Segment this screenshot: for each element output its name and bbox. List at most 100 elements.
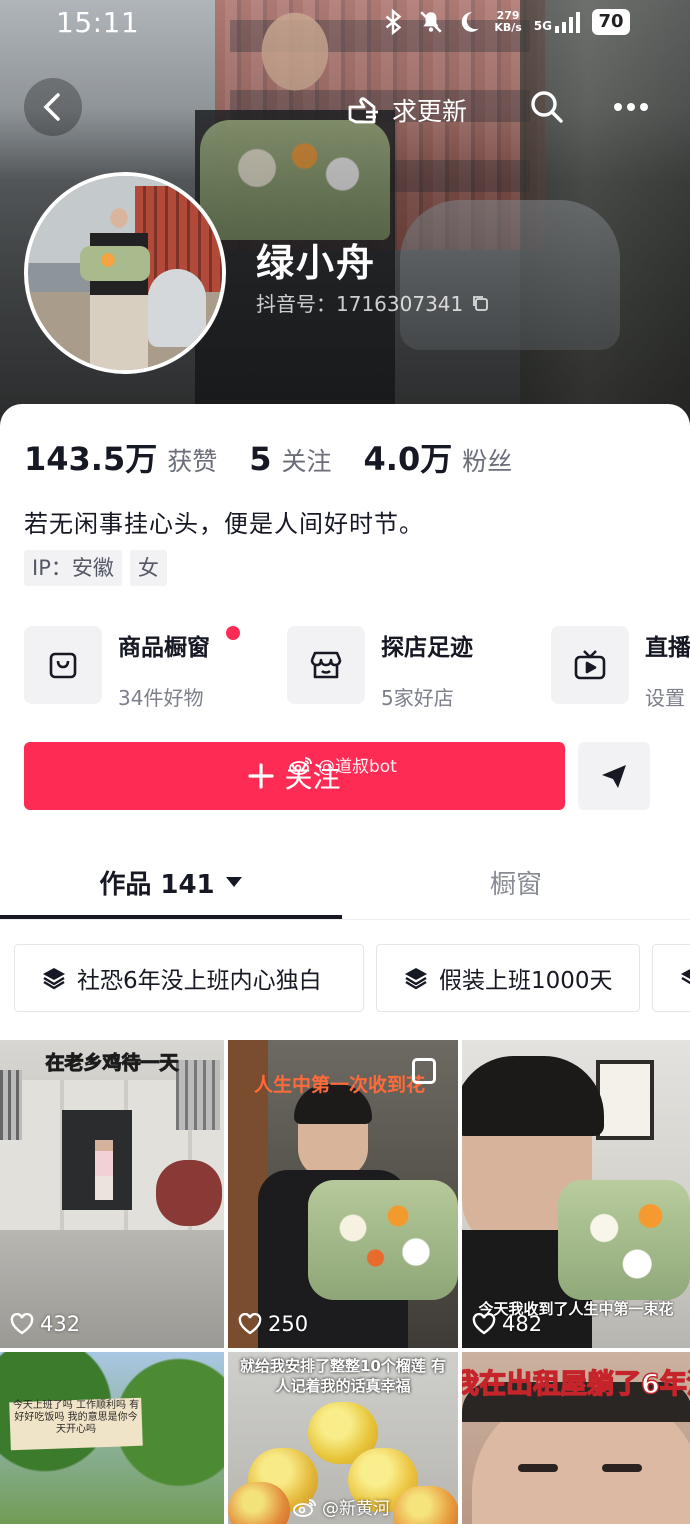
- video-thumbnail[interactable]: 在老乡鸡待一天 432: [0, 1040, 224, 1348]
- profile-panel: 143.5万 获赞 5 关注 4.0万 粉丝 若无闲事挂心头，便是人间好时节。 …: [0, 404, 690, 1524]
- network-speed-unit: KB/s: [494, 21, 522, 34]
- signal-icon: 5G: [534, 11, 580, 33]
- mute-bell-icon: [420, 11, 442, 33]
- bag-icon: [49, 652, 77, 679]
- shop-icon: [310, 651, 342, 679]
- douyin-id[interactable]: 抖音号：1716307341: [256, 288, 489, 317]
- video-likes: 432: [10, 1312, 80, 1336]
- stat-following[interactable]: 5 关注: [249, 440, 331, 478]
- video-likes-count: 482: [502, 1312, 543, 1336]
- caret-down-icon: [225, 877, 242, 887]
- weibo-watermark-bottom-text: @新黄河: [322, 1499, 390, 1519]
- video-thumbnail[interactable]: 今天我收到了人生中第一束花 482: [462, 1040, 690, 1348]
- video-caption: 今天上班了吗 工作顺利吗 有好好吃饭吗 我的意思是你今天开心吗: [12, 1400, 140, 1435]
- video-likes-count: 432: [40, 1312, 81, 1336]
- collection-chip-label: 假装上班1000天: [439, 968, 613, 994]
- collection-chips: 社恐6年没上班内心独白 假装上班1000天: [0, 944, 690, 1012]
- stat-followers[interactable]: 4.0万 粉丝: [364, 434, 513, 480]
- feature-showcase-title: 商品橱窗: [118, 635, 210, 661]
- search-icon: [531, 91, 563, 123]
- feature-showcase-subtitle: 34件好物: [118, 686, 204, 710]
- network-speed: 279 KB/s: [494, 10, 521, 34]
- collection-chip[interactable]: 假装上班1000天: [376, 944, 640, 1012]
- feature-live-subtitle: 设置: [645, 686, 685, 710]
- tv-icon: [574, 650, 606, 680]
- layers-icon: [405, 968, 427, 990]
- copy-icon[interactable]: [471, 294, 489, 312]
- avatar[interactable]: [24, 172, 226, 374]
- heart-icon: [238, 1313, 262, 1335]
- weibo-watermark-top-text: @道叔bot: [318, 757, 397, 777]
- video-thumbnail[interactable]: 我在出租屋躺了6年没: [462, 1352, 690, 1524]
- username: 绿小舟: [256, 241, 377, 285]
- gender-tag: 女: [129, 550, 167, 586]
- status-bar: 15:11 279 KB/s 5G 70: [0, 0, 690, 50]
- layers-icon: [681, 969, 690, 985]
- request-update-label: 求更新: [392, 97, 468, 126]
- video-caption: 我在出租屋躺了6年没: [462, 1368, 690, 1400]
- more-button[interactable]: [604, 80, 658, 134]
- share-button[interactable]: [578, 742, 650, 810]
- feature-store-icon-box: [287, 626, 365, 704]
- weibo-watermark-bottom: @新黄河: [292, 1494, 390, 1519]
- pointing-hand-icon: [348, 97, 378, 124]
- feature-entries: 商品橱窗 34件好物 探店足迹 5家好店 直播 设置: [24, 626, 690, 710]
- video-caption: 在老乡鸡待一天: [45, 1052, 179, 1075]
- profile-header-background: 15:11 279 KB/s 5G 70 求更新 绿小舟 抖音号：1716307…: [0, 0, 690, 430]
- collection-chip-partial[interactable]: [652, 944, 690, 1012]
- stat-likes[interactable]: 143.5万 获赞: [24, 434, 217, 480]
- more-dots-icon: [614, 103, 648, 111]
- stat-followers-value: 4.0万: [363, 440, 453, 478]
- video-caption: 就给我安排了整整10个榴莲 有人记着我的话真幸福: [239, 1357, 447, 1395]
- stat-likes-value: 143.5万: [24, 440, 158, 478]
- bio: 若无闲事挂心头，便是人间好时节。: [24, 510, 424, 538]
- layers-icon: [43, 968, 65, 990]
- feature-live[interactable]: 直播 设置: [551, 626, 690, 711]
- stat-followers-label: 粉丝: [462, 447, 513, 476]
- stat-following-value: 5: [249, 440, 272, 478]
- heart-icon: [472, 1313, 496, 1335]
- feature-store-visits[interactable]: 探店足迹 5家好店: [287, 626, 473, 711]
- feature-store-title: 探店足迹: [381, 635, 473, 661]
- stat-likes-label: 获赞: [167, 447, 218, 476]
- video-likes: 250: [238, 1312, 308, 1336]
- request-update-button[interactable]: 求更新: [334, 84, 489, 136]
- tab-divider: [0, 919, 690, 920]
- back-button[interactable]: [24, 78, 82, 136]
- video-thumbnail[interactable]: 今天上班了吗 工作顺利吗 有好好吃饭吗 我的意思是你今天开心吗: [0, 1352, 224, 1524]
- douyin-id-text: 抖音号：1716307341: [256, 292, 464, 316]
- status-time: 15:11: [56, 6, 140, 39]
- chevron-left-icon: [43, 93, 60, 121]
- feature-showcase[interactable]: 商品橱窗 34件好物: [24, 626, 240, 711]
- tab-works-label: 作品 141: [99, 869, 215, 900]
- bluetooth-icon: [386, 8, 402, 36]
- battery-indicator: 70: [592, 9, 630, 35]
- feature-live-icon-box: [551, 626, 629, 704]
- tab-showcase-label: 橱窗: [489, 869, 542, 900]
- video-likes: 482: [472, 1312, 542, 1336]
- feature-live-title: 直播: [645, 635, 690, 661]
- ip-location-tag: IP：安徽: [24, 550, 122, 586]
- video-thumbnail[interactable]: 人生中第一次收到花 250: [228, 1040, 458, 1348]
- video-likes-count: 250: [268, 1312, 309, 1336]
- network-type: 5G: [533, 19, 552, 33]
- weibo-logo-icon: [289, 756, 312, 775]
- heart-icon: [10, 1313, 34, 1335]
- profile-stats: 143.5万 获赞 5 关注 4.0万 粉丝: [24, 434, 544, 480]
- weibo-logo-icon: [293, 1498, 316, 1517]
- stat-following-label: 关注: [281, 447, 332, 476]
- plus-icon: [248, 763, 275, 789]
- content-tabs: 作品 141 橱窗: [0, 844, 690, 924]
- send-icon: [602, 765, 626, 788]
- notification-dot: [226, 626, 240, 640]
- search-button[interactable]: [520, 80, 574, 134]
- collection-chip[interactable]: 社恐6年没上班内心独白: [14, 944, 364, 1012]
- tab-showcase[interactable]: 橱窗: [345, 844, 687, 920]
- collection-chip-label: 社恐6年没上班内心独白: [77, 968, 322, 994]
- profile-tags: IP：安徽 女: [24, 550, 167, 586]
- multi-image-icon: [412, 1058, 436, 1084]
- moon-icon: [462, 12, 480, 32]
- weibo-watermark-top: @道叔bot: [288, 752, 397, 777]
- tab-works[interactable]: 作品 141: [0, 844, 342, 920]
- feature-showcase-icon-box: [24, 626, 102, 704]
